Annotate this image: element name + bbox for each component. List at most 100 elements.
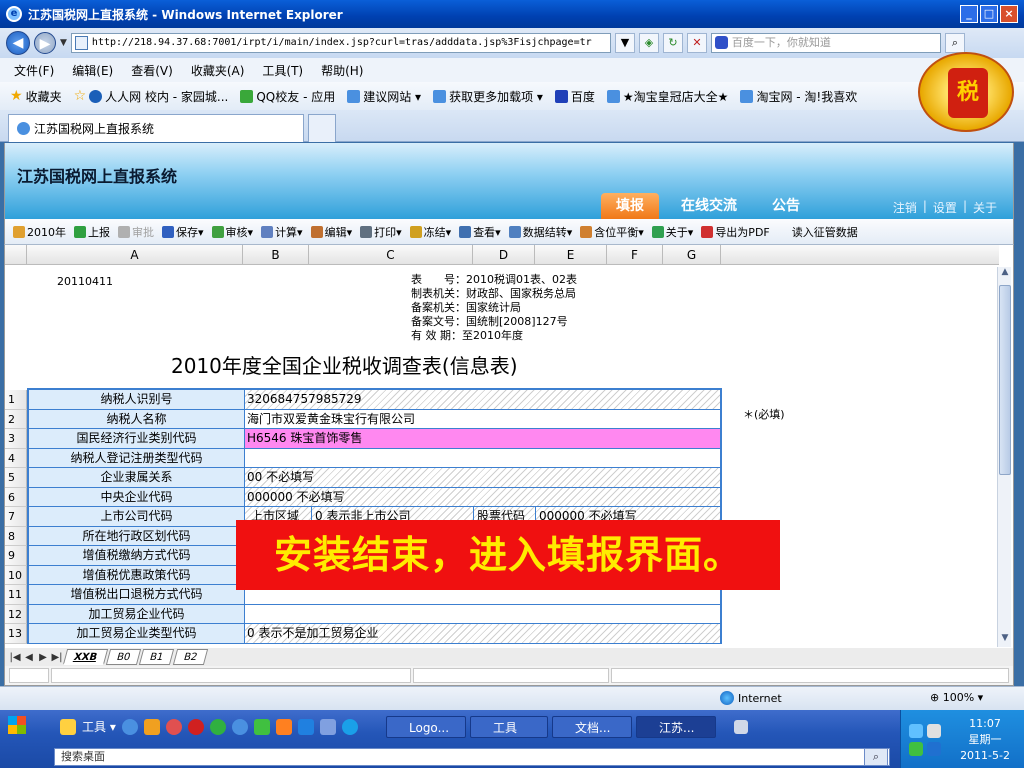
toolbar-button-1[interactable]: 上报 <box>74 224 110 240</box>
ie-launch-icon[interactable] <box>121 718 138 735</box>
nav-tab-fill[interactable]: 填报 <box>601 193 659 219</box>
history-dropdown-icon[interactable]: ▼ <box>60 38 67 48</box>
desktop-search-icon[interactable]: ⌕ <box>864 748 888 766</box>
scroll-thumb[interactable] <box>999 285 1011 475</box>
app-icon-2[interactable] <box>165 718 182 735</box>
fav-item-taobao[interactable]: 淘宝网 - 淘!我喜欢 <box>740 88 857 105</box>
task-tools-folder[interactable]: 工具 <box>470 716 548 738</box>
search-icon[interactable]: ⌕ <box>944 33 965 53</box>
nav-tab-online-chat[interactable]: 在线交流 <box>673 193 745 219</box>
field-value[interactable]: 000000 不必填写 <box>245 487 720 506</box>
sheet-tab-xxb[interactable]: XXB <box>62 649 109 665</box>
field-value[interactable]: 海门市双爱黄金珠宝行有限公司 <box>245 410 720 429</box>
sheet-tab-b2[interactable]: B2 <box>172 649 208 665</box>
forward-button[interactable]: ▶ <box>34 32 56 54</box>
start-button-icon[interactable] <box>8 716 26 734</box>
favorites-button[interactable]: ★ 收藏夹 <box>10 88 62 105</box>
row-header[interactable]: 9 <box>5 546 27 566</box>
tray-icon-2[interactable] <box>909 742 923 756</box>
back-button[interactable]: ◀ <box>6 31 30 55</box>
url-input[interactable]: http://218.94.37.68:7001/irpt/i/main/ind… <box>70 33 611 53</box>
skype-icon[interactable] <box>341 718 358 735</box>
tray-icon[interactable] <box>927 724 941 738</box>
browser-tab[interactable]: 江苏国税网上直报系统 <box>8 114 304 142</box>
row-header[interactable]: 6 <box>5 487 27 507</box>
keyboard-icon[interactable] <box>734 720 748 734</box>
volume-icon[interactable] <box>927 742 941 756</box>
row-header[interactable]: 10 <box>5 565 27 585</box>
toolbar-button-12[interactable]: 关于▾ <box>651 224 693 240</box>
task-jiangsu-ie[interactable]: 江苏... <box>636 716 716 738</box>
close-window-button[interactable]: × <box>1000 5 1018 23</box>
menu-tools[interactable]: 工具(T) <box>262 62 303 79</box>
fav-item-crown[interactable]: ★淘宝皇冠店大全★ <box>606 88 728 105</box>
sheet-tab-b0[interactable]: B0 <box>105 649 142 665</box>
vertical-scrollbar[interactable]: ▲ ▼ <box>997 267 1011 647</box>
desktop-search-input[interactable]: 搜索桌面 <box>54 748 890 766</box>
tools-toolbar-label[interactable]: 工具 ▾ <box>82 718 116 735</box>
refresh-icon[interactable]: ↻ <box>662 33 683 53</box>
search-input[interactable]: 百度一下，你就知道 <box>710 33 941 53</box>
row-header[interactable]: 13 <box>5 624 27 644</box>
next-sheet-icon[interactable]: ▶ <box>37 652 49 663</box>
column-header-a[interactable]: A <box>27 245 243 265</box>
field-value[interactable]: H6546 珠宝首饰零售 <box>245 429 720 448</box>
row-header[interactable]: 2 <box>5 409 27 429</box>
toolbar-button-5[interactable]: 计算▾ <box>261 224 303 240</box>
app-icon-7[interactable] <box>297 718 314 735</box>
row-header[interactable]: 3 <box>5 429 27 449</box>
toolbar-button-14[interactable]: 读入征管数据 <box>792 224 858 240</box>
row-header[interactable]: 8 <box>5 526 27 546</box>
toolbar-button-4[interactable]: 审核▾ <box>211 224 253 240</box>
app-icon-8[interactable] <box>319 718 336 735</box>
menu-help[interactable]: 帮助(H) <box>321 62 363 79</box>
security-zone[interactable]: Internet <box>720 691 782 705</box>
app-icon[interactable] <box>60 718 76 735</box>
ie-launch-icon-2[interactable] <box>231 718 248 735</box>
last-sheet-icon[interactable]: ▶| <box>51 652 63 663</box>
fav-item-qq[interactable]: QQ校友 - 应用 <box>240 88 335 105</box>
column-header-e[interactable]: E <box>535 245 607 265</box>
row-header[interactable]: 7 <box>5 507 27 527</box>
menu-file[interactable]: 文件(F) <box>14 62 54 79</box>
fav-item-baidu[interactable]: 百度 <box>554 88 595 105</box>
prev-sheet-icon[interactable]: ◀ <box>23 652 35 663</box>
toolbar-button-11[interactable]: 含位平衡▾ <box>580 224 644 240</box>
row-header[interactable]: 1 <box>5 390 27 410</box>
field-value[interactable]: 320684757985729 <box>245 390 720 409</box>
compat-view-icon[interactable]: ◈ <box>638 33 659 53</box>
app-icon-5[interactable] <box>253 718 270 735</box>
url-dropdown-button[interactable]: ▼ <box>614 33 635 53</box>
scroll-down-icon[interactable]: ▼ <box>999 633 1011 647</box>
column-header-g[interactable]: G <box>663 245 721 265</box>
fav-item-renren[interactable]: ☆ 人人网 校内 - 家园城... <box>74 88 229 105</box>
minimize-button[interactable]: _ <box>960 5 978 23</box>
column-header-c[interactable]: C <box>309 245 473 265</box>
fav-item-suggested[interactable]: 建议网站 ▾ <box>347 88 421 105</box>
sheet-tab-b1[interactable]: B1 <box>139 649 175 665</box>
toolbar-button-10[interactable]: 数据结转▾ <box>508 224 572 240</box>
stop-icon[interactable]: ✕ <box>686 33 707 53</box>
scroll-up-icon[interactable]: ▲ <box>999 267 1011 281</box>
row-header[interactable]: 4 <box>5 448 27 468</box>
toolbar-button-7[interactable]: 打印▾ <box>360 224 402 240</box>
column-header-f[interactable]: F <box>607 245 663 265</box>
logout-link[interactable]: 注销 <box>893 199 917 216</box>
row-header[interactable]: 12 <box>5 604 27 624</box>
app-icon-6[interactable] <box>275 718 292 735</box>
field-value[interactable]: 00 不必填写 <box>245 468 720 487</box>
field-value[interactable] <box>245 605 720 624</box>
column-header-b[interactable]: B <box>243 245 309 265</box>
app-icon-3[interactable] <box>187 718 204 735</box>
settings-link[interactable]: 设置 <box>933 199 957 216</box>
about-link[interactable]: 关于 <box>973 199 997 216</box>
zoom-level[interactable]: ⊕ 100% ▾ <box>930 691 983 704</box>
field-value[interactable] <box>245 449 720 468</box>
app-icon-4[interactable] <box>209 718 226 735</box>
nav-tab-announcement[interactable]: 公告 <box>761 193 811 219</box>
menu-favorites[interactable]: 收藏夹(A) <box>191 62 245 79</box>
row-header[interactable]: 5 <box>5 468 27 488</box>
toolbar-button-9[interactable]: 查看▾ <box>459 224 501 240</box>
toolbar-button-8[interactable]: 冻结▾ <box>409 224 451 240</box>
maximize-button[interactable]: □ <box>980 5 998 23</box>
